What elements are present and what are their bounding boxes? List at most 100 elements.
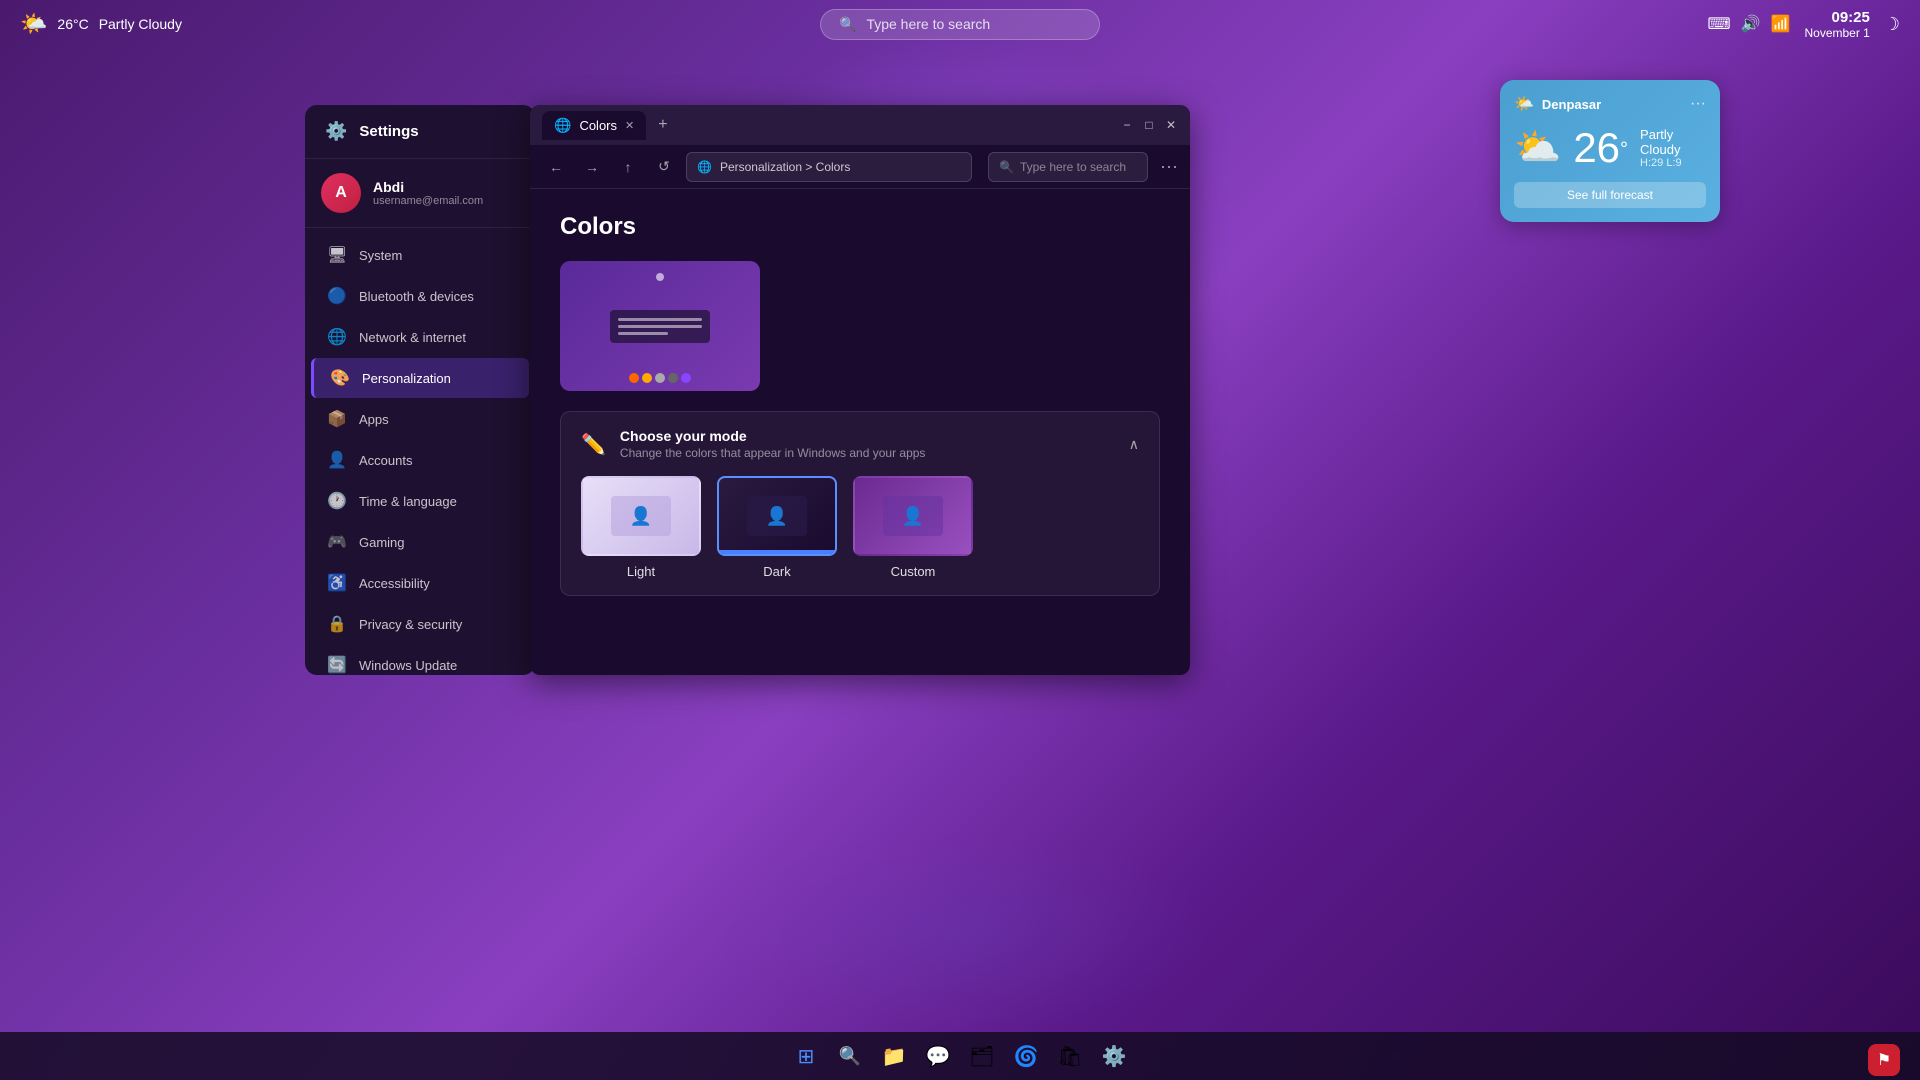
forward-button[interactable]: → [578, 153, 606, 181]
tab-close-button[interactable]: ✕ [625, 119, 634, 132]
nav-label-accessibility: Accessibility [359, 576, 430, 591]
mode-header-left: ✏️ Choose your mode Change the colors th… [581, 428, 925, 460]
nav-item-time[interactable]: 🕐 Time & language [311, 481, 529, 521]
back-button[interactable]: ← [542, 153, 570, 181]
nav-label-network: Network & internet [359, 330, 466, 345]
taskbar-files[interactable]: 📁 [874, 1036, 914, 1076]
preview-line-1 [618, 318, 702, 321]
taskbar-folders[interactable]: 🗂 [962, 1036, 1002, 1076]
speaker-icon[interactable]: 🔊 [1741, 14, 1761, 34]
light-mode-label: Light [627, 564, 655, 579]
nav-item-system[interactable]: 🖥 System [311, 235, 529, 275]
maximize-button[interactable]: □ [1142, 118, 1156, 132]
mode-option-custom[interactable]: 👤 Custom [853, 476, 973, 579]
taskbar-edge[interactable]: 🌀 [1006, 1036, 1046, 1076]
weather-more-button[interactable]: ··· [1690, 95, 1706, 113]
content-area: Colors ✏️ Choose [530, 189, 1190, 675]
preview-dot [656, 273, 664, 281]
search-icon-browser: 🔍 [999, 160, 1014, 174]
refresh-button[interactable]: ↺ [650, 153, 678, 181]
browser-search-placeholder: Type here to search [1020, 160, 1126, 174]
wifi-icon[interactable]: 📶 [1771, 14, 1791, 34]
mode-options: 👤 Light 👤 Dark [581, 476, 1139, 579]
taskbar-settings[interactable]: ⚙️ [1094, 1036, 1134, 1076]
gaming-icon: 🎮 [327, 532, 347, 552]
new-tab-button[interactable]: + [658, 116, 667, 134]
nav-item-accessibility[interactable]: ♿ Accessibility [311, 563, 529, 603]
update-icon: 🔄 [327, 655, 347, 675]
weather-icon: 🌤️ [20, 11, 47, 37]
privacy-icon: 🔒 [327, 614, 347, 634]
settings-gear-icon: ⚙️ [325, 121, 347, 142]
mode-header[interactable]: ✏️ Choose your mode Change the colors th… [581, 428, 1139, 460]
settings-window: ⚙️ Settings A Abdi username@email.com 🖥 … [305, 105, 535, 675]
sleep-icon[interactable]: ☽ [1884, 14, 1900, 35]
nav-item-apps[interactable]: 📦 Apps [311, 399, 529, 439]
taskbar-icons: ⊞ 🔍 📁 💬 🗂 🌀 🛍 ⚙️ [786, 1036, 1134, 1076]
preview-inner [610, 310, 710, 343]
taskbar-teams[interactable]: 💬 [918, 1036, 958, 1076]
topbar: 🌤️ 26°C Partly Cloudy 🔍 Type here to sea… [0, 0, 1920, 48]
custom-mode-thumbnail: 👤 [853, 476, 973, 556]
weather-condition-text: Partly Cloudy [99, 16, 182, 32]
minimize-button[interactable]: − [1120, 118, 1134, 132]
up-button[interactable]: ↑ [614, 153, 642, 181]
dark-thumb-icon: 👤 [766, 506, 788, 527]
nav-item-privacy[interactable]: 🔒 Privacy & security [311, 604, 529, 644]
taskbar-search[interactable]: 🔍 [830, 1036, 870, 1076]
mode-option-dark[interactable]: 👤 Dark [717, 476, 837, 579]
custom-mode-label: Custom [891, 564, 936, 579]
bluetooth-icon: 🔵 [327, 286, 347, 306]
system-tray-icons: ⌨ 🔊 📶 [1708, 14, 1791, 34]
nav-item-windows-update[interactable]: 🔄 Windows Update [311, 645, 529, 675]
topbar-search[interactable]: 🔍 Type here to search [820, 9, 1100, 40]
light-thumb-inner: 👤 [611, 496, 671, 536]
weather-temp-section: 26° [1573, 124, 1628, 172]
custom-thumb-icon: 👤 [902, 506, 924, 527]
date-display: November 1 [1804, 26, 1869, 40]
nav-item-network[interactable]: 🌐 Network & internet [311, 317, 529, 357]
browser-search-input[interactable]: 🔍 Type here to search [988, 152, 1148, 182]
custom-thumb-inner: 👤 [883, 496, 943, 536]
weather-widget: 🌤️ Denpasar ··· ⛅ 26° Partly Cloudy H:29… [1500, 80, 1720, 222]
tab-favicon: 🌐 [554, 117, 571, 134]
user-info: Abdi username@email.com [373, 179, 483, 207]
search-icon: 🔍 [839, 16, 856, 33]
weather-forecast-button[interactable]: See full forecast [1514, 182, 1706, 208]
weather-condition-widget: Partly Cloudy [1640, 127, 1706, 157]
mode-icon: ✏️ [581, 432, 606, 457]
mode-option-light[interactable]: 👤 Light [581, 476, 701, 579]
user-section[interactable]: A Abdi username@email.com [305, 159, 535, 228]
dark-mode-thumbnail: 👤 [717, 476, 837, 556]
keyboard-icon[interactable]: ⌨ [1708, 14, 1731, 34]
nav-item-personalization[interactable]: 🎨 Personalization [311, 358, 529, 398]
close-button[interactable]: ✕ [1164, 118, 1178, 132]
address-bar[interactable]: 🌐 Personalization > Colors [686, 152, 972, 182]
topbar-left: 🌤️ 26°C Partly Cloudy [20, 11, 182, 37]
browser-tab[interactable]: 🌐 Colors ✕ [542, 111, 646, 140]
chevron-up-icon[interactable]: ∧ [1129, 436, 1139, 453]
page-title: Colors [560, 213, 1160, 241]
swatch-3 [655, 373, 665, 383]
clock[interactable]: 09:25 November 1 [1804, 9, 1869, 40]
nav-label-accounts: Accounts [359, 453, 412, 468]
browser-window: 🌐 Colors ✕ + − □ ✕ ← → ↑ ↺ 🌐 Personaliza… [530, 105, 1190, 675]
weather-right: Partly Cloudy H:29 L:9 [1640, 127, 1706, 169]
preview-swatches [629, 373, 691, 383]
weather-widget-icon: 🌤️ [1514, 94, 1534, 114]
dark-thumb-inner: 👤 [747, 496, 807, 536]
browser-more-button[interactable]: ··· [1160, 156, 1178, 177]
colors-preview-card [560, 261, 760, 391]
nav-item-bluetooth[interactable]: 🔵 Bluetooth & devices [311, 276, 529, 316]
taskbar-start[interactable]: ⊞ [786, 1036, 826, 1076]
taskbar-search-bar[interactable]: 🔍 Type here to search [820, 9, 1100, 40]
nav-item-gaming[interactable]: 🎮 Gaming [311, 522, 529, 562]
nav-item-accounts[interactable]: 👤 Accounts [311, 440, 529, 480]
notification-badge[interactable]: ⚑ [1868, 1044, 1900, 1076]
dark-mode-label: Dark [763, 564, 790, 579]
weather-temp-unit: ° [1620, 139, 1628, 161]
taskbar-store[interactable]: 🛍 [1050, 1036, 1090, 1076]
taskbar: ⊞ 🔍 📁 💬 🗂 🌀 🛍 ⚙️ [0, 1032, 1920, 1080]
mode-title: Choose your mode [620, 428, 926, 444]
accounts-icon: 👤 [327, 450, 347, 470]
